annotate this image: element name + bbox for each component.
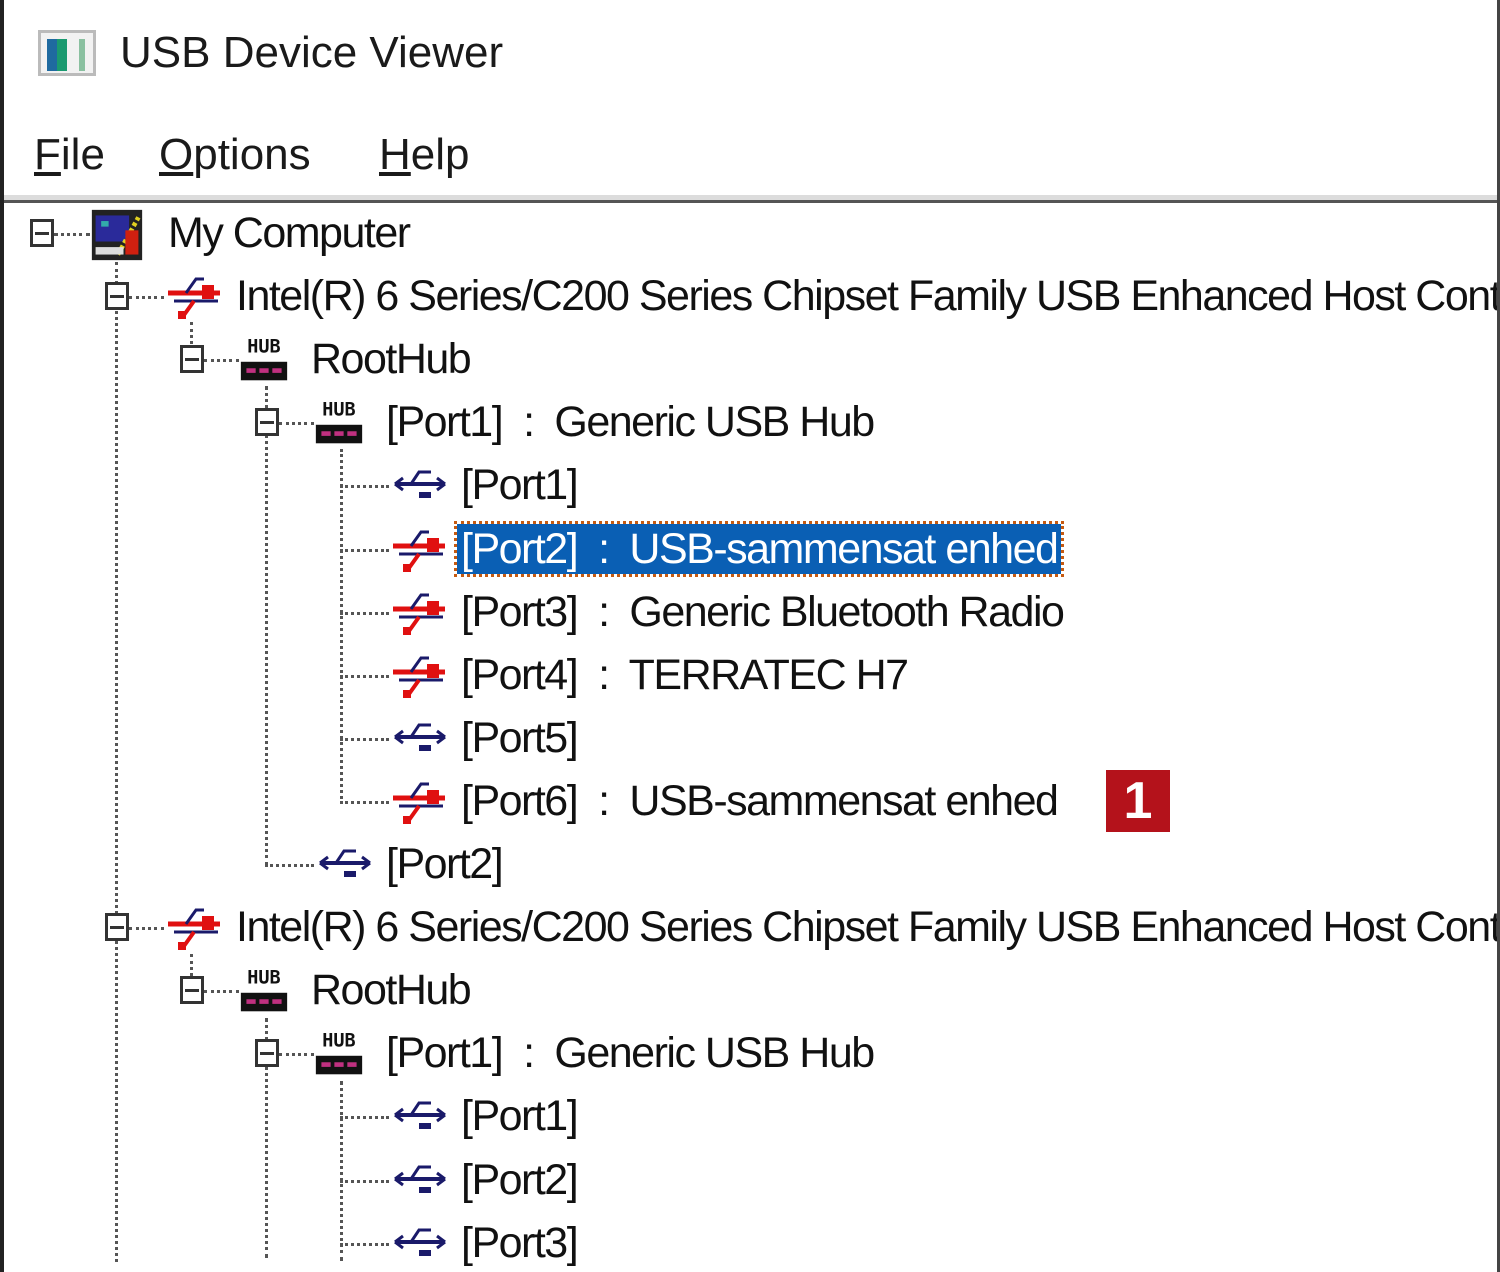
- tree-item[interactable]: [Port1]: [4, 1089, 1494, 1143]
- annotation-badge: 1: [1106, 769, 1170, 832]
- usb-device-icon: [389, 587, 447, 637]
- hub-icon: HUB: [239, 334, 297, 384]
- tree-item-label: My Computer: [168, 209, 411, 257]
- usb-device-icon: [389, 776, 447, 826]
- tree-item[interactable]: [Port3] : Generic Bluetooth Radio: [4, 585, 1494, 639]
- tree-item[interactable]: [Port4] : TERRATEC H7: [4, 648, 1494, 702]
- tree-item-label: Intel(R) 6 Series/C200 Series Chipset Fa…: [236, 903, 1497, 952]
- collapse-toggle[interactable]: [255, 408, 279, 437]
- app-icon: [38, 30, 96, 76]
- collapse-toggle[interactable]: [180, 345, 204, 374]
- hub-icon: HUB: [314, 397, 372, 447]
- tree-item[interactable]: [Port5]: [4, 711, 1494, 765]
- usb-port-icon: [389, 1218, 447, 1268]
- tree-item[interactable]: Intel(R) 6 Series/C200 Series Chipset Fa…: [4, 900, 1497, 954]
- usb-port-icon: [389, 713, 447, 763]
- tree-item[interactable]: [Port2]: [4, 837, 1494, 891]
- hub-icon: HUB: [239, 965, 297, 1015]
- tree-item[interactable]: [Port1]: [4, 458, 1494, 512]
- tree-item-label: Intel(R) 6 Series/C200 Series Chipset Fa…: [236, 272, 1497, 321]
- tree-item[interactable]: Intel(R) 6 Series/C200 Series Chipset Fa…: [4, 269, 1497, 323]
- tree-connector: [204, 359, 239, 363]
- tree-item[interactable]: [Port2]: [4, 1153, 1494, 1207]
- usb-device-icon: [389, 524, 447, 574]
- usb-port-icon: [314, 839, 372, 889]
- collapse-toggle[interactable]: [30, 219, 54, 247]
- window-title: USB Device Viewer: [120, 28, 504, 77]
- tree-item-label: [Port3] : Generic Bluetooth Radio: [461, 587, 1065, 636]
- tree-item-label: [Port1]: [461, 1092, 579, 1141]
- tree-connector: [279, 422, 314, 426]
- collapse-toggle[interactable]: [255, 1039, 279, 1068]
- tree-item-label: [Port3]: [461, 1218, 579, 1267]
- usb-port-icon: [389, 1155, 447, 1205]
- tree-connector: [340, 800, 389, 804]
- collapse-toggle[interactable]: [105, 913, 129, 942]
- tree-item[interactable]: [Port3]: [4, 1216, 1494, 1270]
- usb-device-icon: [164, 902, 222, 952]
- collapse-toggle[interactable]: [105, 282, 129, 311]
- menu-options[interactable]: Options: [159, 130, 311, 180]
- tree-item-label: [Port2] : USB-sammensat enhed: [453, 520, 1065, 577]
- svg-text:HUB: HUB: [247, 968, 280, 989]
- tree-connector: [54, 233, 90, 236]
- menu-separator: [4, 195, 1497, 203]
- title-bar: USB Device Viewer: [4, 0, 1497, 110]
- tree-item-label: [Port1] : Generic USB Hub: [386, 398, 875, 447]
- tree-connector: [204, 990, 239, 994]
- tree-item-label: [Port5]: [461, 713, 579, 762]
- menu-options-label: Options: [159, 130, 311, 179]
- tree-connector: [265, 864, 314, 867]
- tree-item-label: [Port1] : Generic USB Hub: [386, 1029, 875, 1078]
- computer-icon: [90, 208, 148, 261]
- tree-connector: [340, 1242, 389, 1246]
- menu-file[interactable]: File: [34, 130, 105, 180]
- hub-icon: HUB: [314, 1028, 372, 1078]
- tree-connector: [279, 1053, 314, 1057]
- tree-item-label: [Port1]: [461, 461, 579, 510]
- tree-connector: [340, 674, 389, 678]
- tree-connector: [340, 485, 389, 489]
- svg-text:HUB: HUB: [322, 1031, 355, 1052]
- tree-item-label: [Port2]: [386, 840, 504, 888]
- tree-connector: [129, 927, 164, 931]
- tree-item[interactable]: HUB RootHub: [4, 963, 1494, 1017]
- tree-item-label: RootHub: [311, 966, 472, 1015]
- tree-connector: [340, 548, 389, 552]
- tree-item-label: [Port6] : USB-sammensat enhed: [461, 776, 1059, 825]
- svg-text:HUB: HUB: [322, 400, 355, 421]
- tree-item[interactable]: HUB [Port1] : Generic USB Hub: [4, 395, 1494, 449]
- menu-file-label: File: [34, 130, 105, 179]
- tree-connector: [340, 1116, 389, 1120]
- collapse-toggle[interactable]: [180, 976, 204, 1005]
- tree-item-label: [Port4] : TERRATEC H7: [461, 650, 909, 699]
- tree-item[interactable]: HUB RootHub: [4, 332, 1494, 386]
- tree-connector: [340, 1179, 389, 1183]
- tree-item[interactable]: [Port6] : USB-sammensat enhed 1: [4, 769, 1494, 832]
- usb-device-viewer-window: USB Device Viewer File Options Help My C…: [0, 0, 1500, 1272]
- menu-bar: File Options Help: [4, 115, 1497, 195]
- usb-device-icon: [389, 650, 447, 700]
- tree-connector: [129, 296, 164, 300]
- tree-item[interactable]: My Computer: [4, 206, 1494, 261]
- svg-text:HUB: HUB: [247, 337, 280, 358]
- usb-port-icon: [389, 460, 447, 510]
- tree-item[interactable]: [Port2] : USB-sammensat enhed: [4, 520, 1494, 577]
- usb-device-icon: [164, 271, 222, 321]
- device-tree[interactable]: My Computer Intel(R) 6 Series/C200 Series…: [4, 206, 1497, 1272]
- tree-item[interactable]: HUB [Port1] : Generic USB Hub: [4, 1026, 1494, 1080]
- menu-help-label: Help: [379, 130, 470, 179]
- usb-port-icon: [389, 1091, 447, 1141]
- tree-connector: [340, 611, 389, 615]
- menu-help[interactable]: Help: [379, 130, 470, 180]
- tree-item-label: RootHub: [311, 335, 472, 384]
- tree-connector: [340, 737, 389, 741]
- tree-item-label: [Port2]: [461, 1155, 579, 1204]
